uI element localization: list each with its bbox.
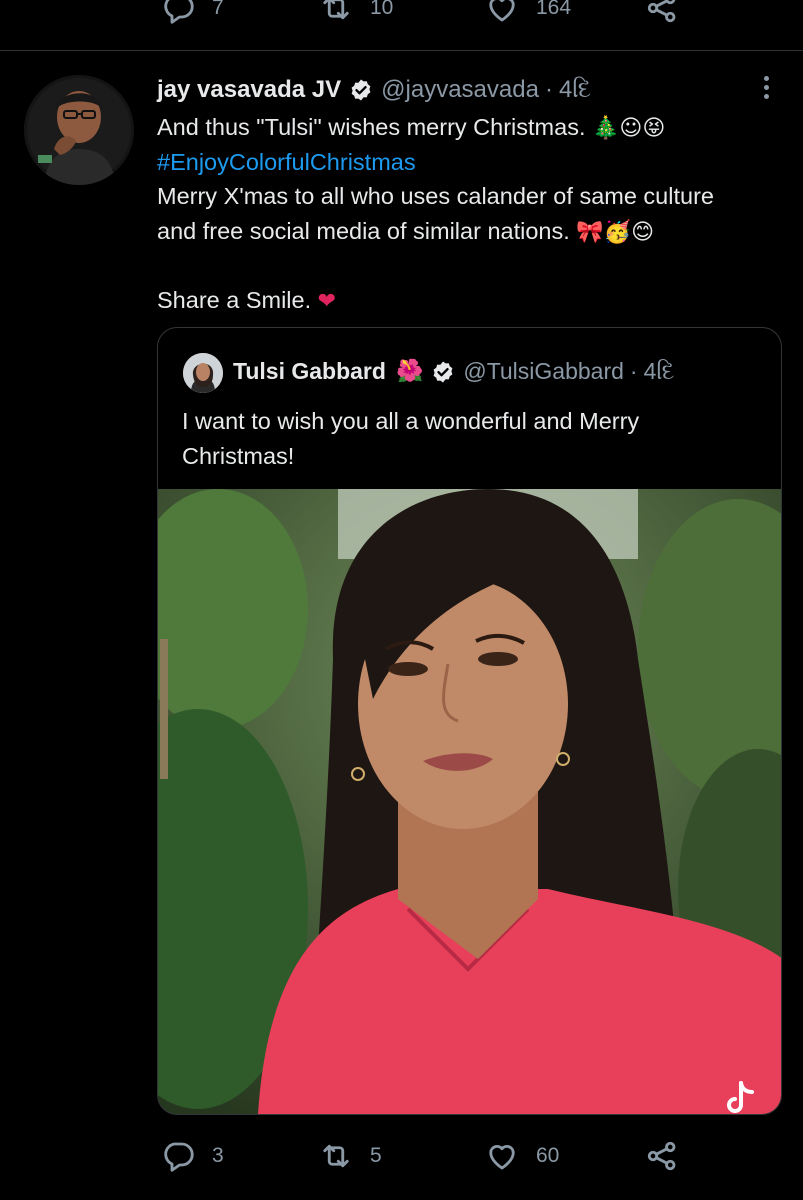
reply-button[interactable]: 3 — [160, 1136, 224, 1176]
tweet-timestamp[interactable]: 4દિ — [559, 76, 591, 104]
reply-count: 7 — [212, 0, 224, 19]
reply-button[interactable]: 7 — [160, 0, 224, 28]
tweet-line-3: Merry X'mas to all who uses calander of … — [157, 179, 787, 214]
share-icon — [647, 0, 676, 23]
quoted-tweet-card[interactable]: Tulsi Gabbard 🌺 @TulsiGabbard · 4દિ I wa… — [157, 327, 782, 1115]
quoted-avatar-photo — [183, 353, 223, 393]
author-name[interactable]: jay vasavada JV — [157, 76, 341, 104]
verified-badge-icon — [433, 361, 453, 382]
reply-icon — [164, 1142, 194, 1172]
share-icon — [647, 1141, 676, 1171]
quoted-header-separator: · — [629, 358, 638, 384]
quoted-author-avatar[interactable] — [183, 353, 223, 393]
tweet-line-2: #EnjoyColorfulChristmas — [157, 145, 787, 180]
tweet-action-bar: 3 5 60 — [0, 1136, 803, 1176]
quoted-video[interactable] — [158, 489, 781, 1114]
quoted-tweet-header: Tulsi Gabbard 🌺 @TulsiGabbard · 4દિ — [233, 358, 674, 385]
retweet-icon — [323, 0, 349, 20]
tiktok-logo-icon — [727, 1081, 754, 1113]
tweet-header: jay vasavada JV @jayvasavada · 4દિ — [157, 76, 591, 104]
tweet-text-4: and free social media of similar nations… — [157, 217, 570, 244]
like-count: 164 — [536, 0, 572, 19]
reply-count: 3 — [212, 1144, 224, 1167]
author-avatar[interactable] — [24, 75, 134, 185]
hibiscus-emoji: 🌺 — [395, 359, 424, 384]
tweet-text-3: Merry X'mas to all who uses calander of … — [157, 183, 714, 209]
tweet-emoji-4: 🎀🥳😊 — [576, 219, 655, 245]
tweet-line-6: Share a Smile. ❤ — [157, 283, 787, 318]
retweet-button[interactable]: 10 — [318, 0, 393, 28]
quoted-tweet-text: I want to wish you all a wonderful and M… — [182, 408, 640, 469]
more-options-icon[interactable] — [752, 72, 780, 108]
tweet-text-1: And thus "Tulsi" wishes merry Christmas. — [157, 114, 586, 140]
tweet-line-1: And thus "Tulsi" wishes merry Christmas.… — [157, 110, 787, 145]
retweet-icon — [323, 1144, 349, 1168]
tweet-emoji-1: 🎄☺😝 — [592, 116, 666, 141]
like-icon — [489, 0, 515, 22]
reply-icon — [164, 0, 194, 24]
tweet-body: And thus "Tulsi" wishes merry Christmas.… — [157, 110, 787, 317]
hashtag-link[interactable]: #EnjoyColorfulChristmas — [157, 149, 416, 175]
retweet-button[interactable]: 5 — [318, 1136, 382, 1176]
previous-tweet-action-bar: 7 10 164 — [0, 0, 803, 28]
like-icon — [489, 1144, 515, 1170]
verified-badge-icon — [351, 79, 371, 101]
share-button[interactable] — [644, 1136, 680, 1176]
tweet-line-4: and free social media of similar nations… — [157, 214, 787, 249]
quoted-tweet-timestamp[interactable]: 4દિ — [644, 358, 675, 385]
author-handle[interactable]: @jayvasavada — [381, 76, 539, 104]
video-frame — [158, 489, 781, 1114]
like-count: 60 — [536, 1144, 560, 1167]
quoted-author-handle[interactable]: @TulsiGabbard — [463, 358, 624, 385]
like-button[interactable]: 164 — [484, 0, 571, 28]
tweet-divider — [0, 50, 803, 51]
retweet-count: 5 — [370, 1144, 382, 1167]
like-button[interactable]: 60 — [484, 1136, 559, 1176]
heart-emoji: ❤ — [317, 288, 337, 314]
retweet-count: 10 — [370, 0, 394, 19]
avatar-photo — [24, 75, 134, 185]
quoted-author-name[interactable]: Tulsi Gabbard — [233, 358, 386, 385]
header-separator: · — [544, 76, 553, 103]
share-button[interactable] — [644, 0, 680, 28]
tweet-text-6: Share a Smile. — [157, 286, 312, 313]
